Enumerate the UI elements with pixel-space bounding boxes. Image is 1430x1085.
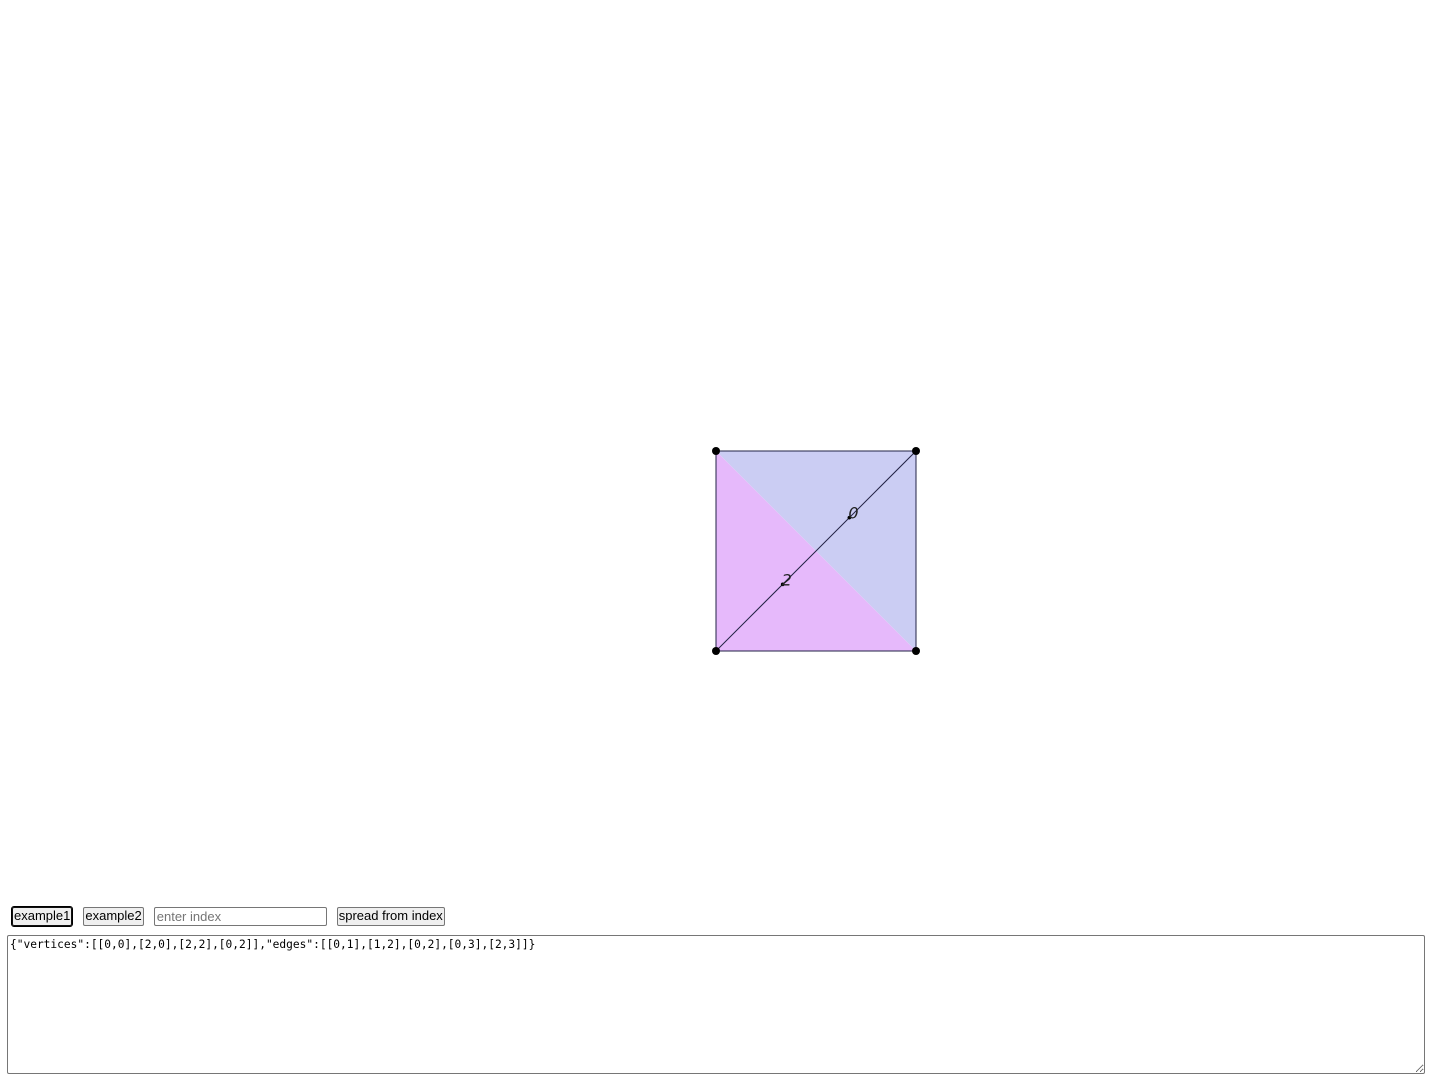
vertex-2[interactable] [912, 447, 920, 455]
graph-canvas[interactable]: 02 [0, 0, 1430, 895]
vertex-3[interactable] [712, 447, 720, 455]
spread-from-index-button[interactable]: spread from index [336, 906, 445, 926]
face-label-2: 2 [782, 570, 792, 589]
vertex-1[interactable] [912, 647, 920, 655]
example2-button[interactable]: example2 [83, 906, 144, 926]
example1-button[interactable]: example1 [10, 905, 74, 927]
graph-svg[interactable]: 02 [0, 0, 1430, 895]
index-input[interactable] [153, 906, 327, 926]
controls-bar: example1 example2 spread from index [10, 905, 445, 927]
graph-json-textarea[interactable]: {"vertices":[[0,0],[2,0],[2,2],[0,2]],"e… [7, 935, 1425, 1074]
face-label-0: 0 [848, 504, 858, 523]
vertex-0[interactable] [712, 647, 720, 655]
